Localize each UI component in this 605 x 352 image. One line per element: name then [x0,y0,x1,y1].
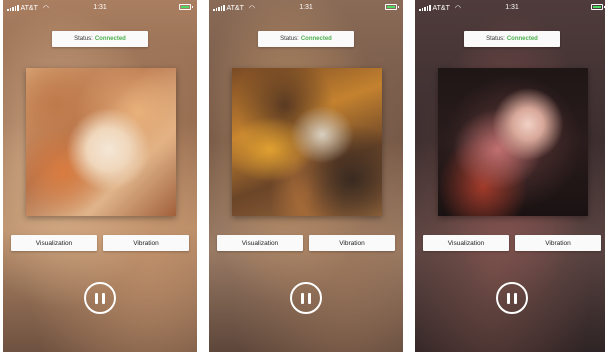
visualization-button[interactable]: Visualization [11,235,97,251]
status-value: Connected [506,36,538,42]
artwork-visualization [232,68,382,216]
pause-button[interactable] [496,282,528,314]
artwork-visualization [26,68,176,216]
clock-label: 1:31 [93,4,107,11]
phone-screen-1: AT&T ◠ 1:31 Status: Connected Visualizat… [3,0,197,352]
status-label: Status: [280,36,299,42]
vibration-button[interactable]: Vibration [309,235,395,251]
battery-icon [385,4,399,10]
connection-status-badge: Status: Connected [258,31,354,47]
ios-status-bar: AT&T ◠ 1:31 [415,0,605,16]
connection-status-badge: Status: Connected [52,31,148,47]
status-label: Status: [74,36,93,42]
ios-status-bar: AT&T ◠ 1:31 [3,0,197,16]
phone-screen-3: AT&T ◠ 1:31 Status: Connected Visualizat… [415,0,605,352]
artwork-visualization [438,68,588,216]
ios-status-bar: AT&T ◠ 1:31 [209,0,403,16]
visualization-button[interactable]: Visualization [217,235,303,251]
pause-button[interactable] [290,282,322,314]
clock-label: 1:31 [299,4,313,11]
pause-icon [95,292,105,304]
status-value: Connected [300,36,332,42]
status-label: Status: [486,36,505,42]
pause-button[interactable] [84,282,116,314]
vibration-button[interactable]: Vibration [103,235,189,251]
battery-icon [179,4,193,10]
status-value: Connected [94,36,126,42]
clock-label: 1:31 [505,4,519,11]
visualization-button[interactable]: Visualization [423,235,509,251]
app-screenshots: AT&T ◠ 1:31 Status: Connected Visualizat… [0,0,605,352]
phone-screen-2: AT&T ◠ 1:31 Status: Connected Visualizat… [209,0,403,352]
connection-status-badge: Status: Connected [464,31,560,47]
pause-icon [507,292,517,304]
vibration-button[interactable]: Vibration [515,235,601,251]
pause-icon [301,292,311,304]
battery-icon [591,4,605,10]
